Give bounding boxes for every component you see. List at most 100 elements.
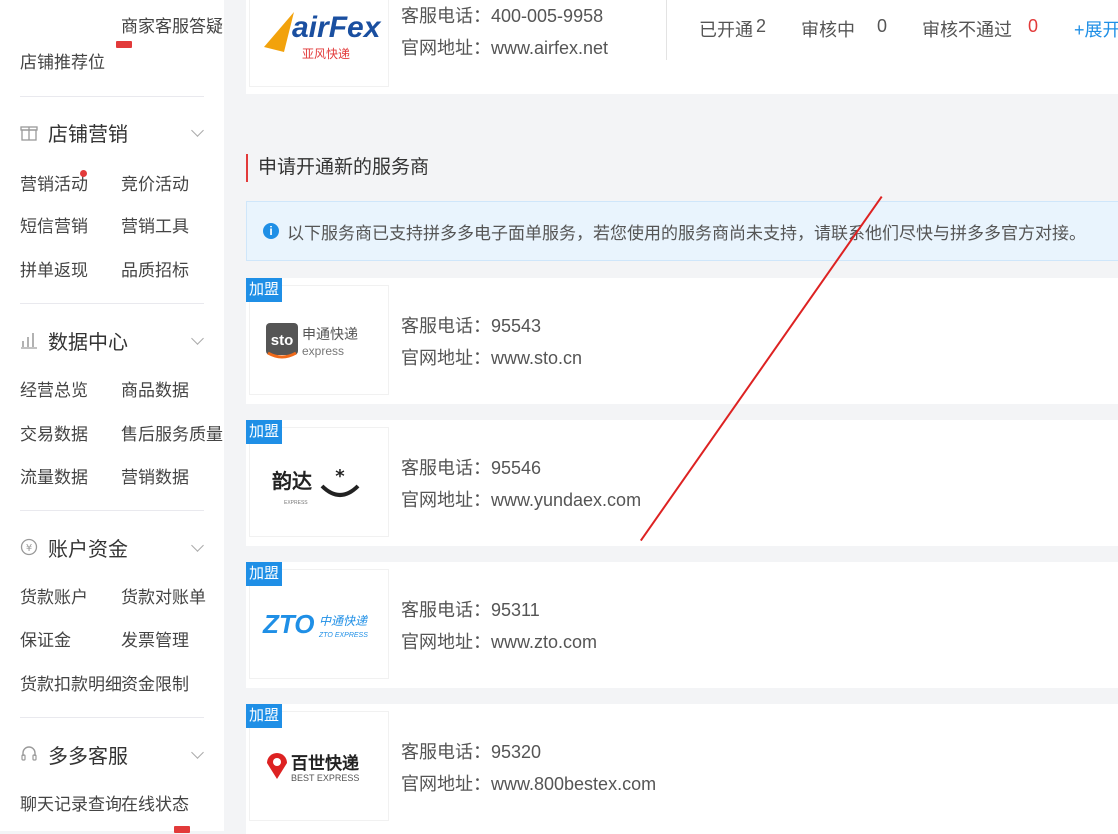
sidebar-item-online-status[interactable]: 在线状态 <box>121 790 189 815</box>
svg-text:BEST EXPRESS: BEST EXPRESS <box>291 773 359 783</box>
stat-reviewing-value: 0 <box>877 16 888 36</box>
yunda-logo-icon: 韵达 EXPRESS * <box>272 466 360 506</box>
section-title: 账户资金 <box>48 538 128 561</box>
sidebar-item-deduction-detail[interactable]: 货款扣款明细 <box>20 670 122 695</box>
carrier-info: 客服电话：95311 官网地址：www.zto.com <box>401 594 597 658</box>
divider <box>20 717 204 718</box>
phone-value: 95546 <box>491 458 542 478</box>
chevron-down-icon[interactable] <box>191 124 204 137</box>
gift-icon <box>20 126 38 141</box>
notification-dot <box>80 170 87 177</box>
carrier-info: 客服电话：95320 官网地址：www.800bestex.com <box>401 736 656 800</box>
carrier-logo: ZTO 中通快递 ZTO EXPRESS <box>250 570 388 678</box>
sidebar-section-marketing[interactable]: 店铺营销 <box>20 118 128 146</box>
svg-text:百世快递: 百世快递 <box>291 753 359 774</box>
svg-text:ZTO EXPRESS: ZTO EXPRESS <box>318 632 368 639</box>
site-label: 官网地址： <box>401 632 491 652</box>
chevron-down-icon[interactable] <box>191 332 204 345</box>
sidebar-item-marketing-data[interactable]: 营销数据 <box>121 463 189 488</box>
sidebar: 商家客服答疑 店铺推荐位 店铺营销 营销活动 竞价活动 短信营销 营销工具 拼单… <box>0 0 224 833</box>
phone-value: 400-005-9958 <box>491 6 604 26</box>
carrier-logo: airFex 亚风快递 <box>250 0 388 86</box>
section-title: 多多客服 <box>48 745 128 768</box>
sidebar-item-merchant-faq[interactable]: 商家客服答疑 <box>121 12 223 37</box>
sidebar-item-fund-limit[interactable]: 资金限制 <box>121 670 189 695</box>
sidebar-item-traffic-data[interactable]: 流量数据 <box>20 463 88 488</box>
svg-text:express: express <box>302 344 344 358</box>
sidebar-section-account-funds[interactable]: ¥ 账户资金 <box>20 533 128 561</box>
sidebar-section-customer-service[interactable]: 多多客服 <box>20 740 128 768</box>
svg-text:中通快递: 中通快递 <box>319 614 368 628</box>
sidebar-item-chat-history[interactable]: 聊天记录查询 <box>20 790 122 815</box>
phone-label: 客服电话： <box>401 600 491 620</box>
stat-rejected-value: 0 <box>1028 16 1039 36</box>
sidebar-item-payment-account[interactable]: 货款账户 <box>20 583 88 608</box>
site-label: 官网地址： <box>401 490 491 510</box>
site-link[interactable]: www.zto.com <box>491 632 597 652</box>
carrier-card[interactable]: sto 申通快递 express 加盟 客服电话：95543 官网地址：www.… <box>246 278 1118 404</box>
divider <box>666 0 667 60</box>
join-badge: 加盟 <box>246 562 283 586</box>
carrier-logo: 百世快递 BEST EXPRESS <box>250 712 388 820</box>
sidebar-section-data-center[interactable]: 数据中心 <box>20 326 128 354</box>
sidebar-item-payment-statement[interactable]: 货款对账单 <box>121 583 206 608</box>
phone-label: 客服电话： <box>401 458 491 478</box>
sidebar-item-bidding[interactable]: 竞价活动 <box>121 170 189 195</box>
sidebar-item-overview[interactable]: 经营总览 <box>20 376 88 401</box>
notice-text: 以下服务商已支持拼多多电子面单服务，若您使用的服务商尚未支持，请联系他们尽快与拼… <box>287 223 1086 243</box>
stat-opened-label: 已开通 <box>699 20 753 40</box>
phone-value: 95543 <box>491 316 542 336</box>
info-icon: i <box>263 223 279 239</box>
sidebar-item-marketing-activity[interactable]: 营销活动 <box>20 170 88 195</box>
site-label: 官网地址： <box>401 774 491 794</box>
headset-icon <box>21 746 37 761</box>
phone-label: 客服电话： <box>401 742 491 762</box>
yen-coin-icon: ¥ <box>20 538 38 556</box>
chevron-down-icon[interactable] <box>191 539 204 552</box>
sidebar-item-deposit[interactable]: 保证金 <box>20 626 71 651</box>
divider <box>20 303 204 304</box>
sidebar-item-sms-marketing[interactable]: 短信营销 <box>20 212 88 237</box>
svg-text:ZTO: ZTO <box>262 609 315 639</box>
expand-link[interactable]: +展开 <box>1074 16 1118 42</box>
site-link[interactable]: www.yundaex.com <box>491 490 641 510</box>
site-link[interactable]: www.800bestex.com <box>491 774 656 794</box>
carrier-card[interactable]: ZTO 中通快递 ZTO EXPRESS 加盟 客服电话：95311 官网地址：… <box>246 562 1118 688</box>
carrier-info: 客服电话：400-005-9958 官网地址：www.airfex.net <box>401 0 608 64</box>
sidebar-item-aftersale-quality[interactable]: 售后服务质量 <box>121 420 223 445</box>
site-label: 官网地址： <box>401 38 491 58</box>
airfex-logo-icon: airFex 亚风快递 <box>264 11 382 61</box>
carrier-card[interactable]: 百世快递 BEST EXPRESS 加盟 客服电话：95320 官网地址：www… <box>246 704 1118 834</box>
svg-text:*: * <box>335 466 345 487</box>
phone-label: 客服电话： <box>401 6 491 26</box>
svg-text:韵达: 韵达 <box>272 469 312 493</box>
carrier-logo: 韵达 EXPRESS * <box>250 428 388 536</box>
divider <box>20 96 204 97</box>
best-express-logo-icon: 百世快递 BEST EXPRESS <box>267 753 359 783</box>
section-title: 数据中心 <box>48 331 128 354</box>
stat-reviewing-label: 审核中 <box>801 20 855 40</box>
sidebar-item-quality-bid[interactable]: 品质招标 <box>121 256 189 281</box>
chevron-down-icon[interactable] <box>191 746 204 759</box>
site-link[interactable]: www.sto.cn <box>491 348 582 368</box>
sidebar-item-trade-data[interactable]: 交易数据 <box>20 420 88 445</box>
svg-text:airFex: airFex <box>292 11 382 44</box>
sidebar-item-cashback[interactable]: 拼单返现 <box>20 256 88 281</box>
site-label: 官网地址： <box>401 348 491 368</box>
site-link[interactable]: www.airfex.net <box>491 38 608 58</box>
join-badge: 加盟 <box>246 278 283 302</box>
sidebar-item-product-data[interactable]: 商品数据 <box>121 376 189 401</box>
bar-chart-icon <box>21 333 37 349</box>
sto-logo-icon: sto 申通快递 express <box>266 323 358 359</box>
stat-opened-value: 2 <box>756 16 767 36</box>
carrier-logo: sto 申通快递 express <box>250 286 388 394</box>
sidebar-item-marketing-tools[interactable]: 营销工具 <box>121 212 189 237</box>
sidebar-item-shop-recommend[interactable]: 店铺推荐位 <box>20 48 105 73</box>
svg-text:sto: sto <box>271 332 294 349</box>
new-badge <box>116 41 132 48</box>
svg-text:¥: ¥ <box>26 543 32 554</box>
join-badge: 加盟 <box>246 704 283 728</box>
sidebar-item-invoice[interactable]: 发票管理 <box>121 626 189 651</box>
join-badge: 加盟 <box>246 420 283 444</box>
zto-logo-icon: ZTO 中通快递 ZTO EXPRESS <box>262 609 368 639</box>
